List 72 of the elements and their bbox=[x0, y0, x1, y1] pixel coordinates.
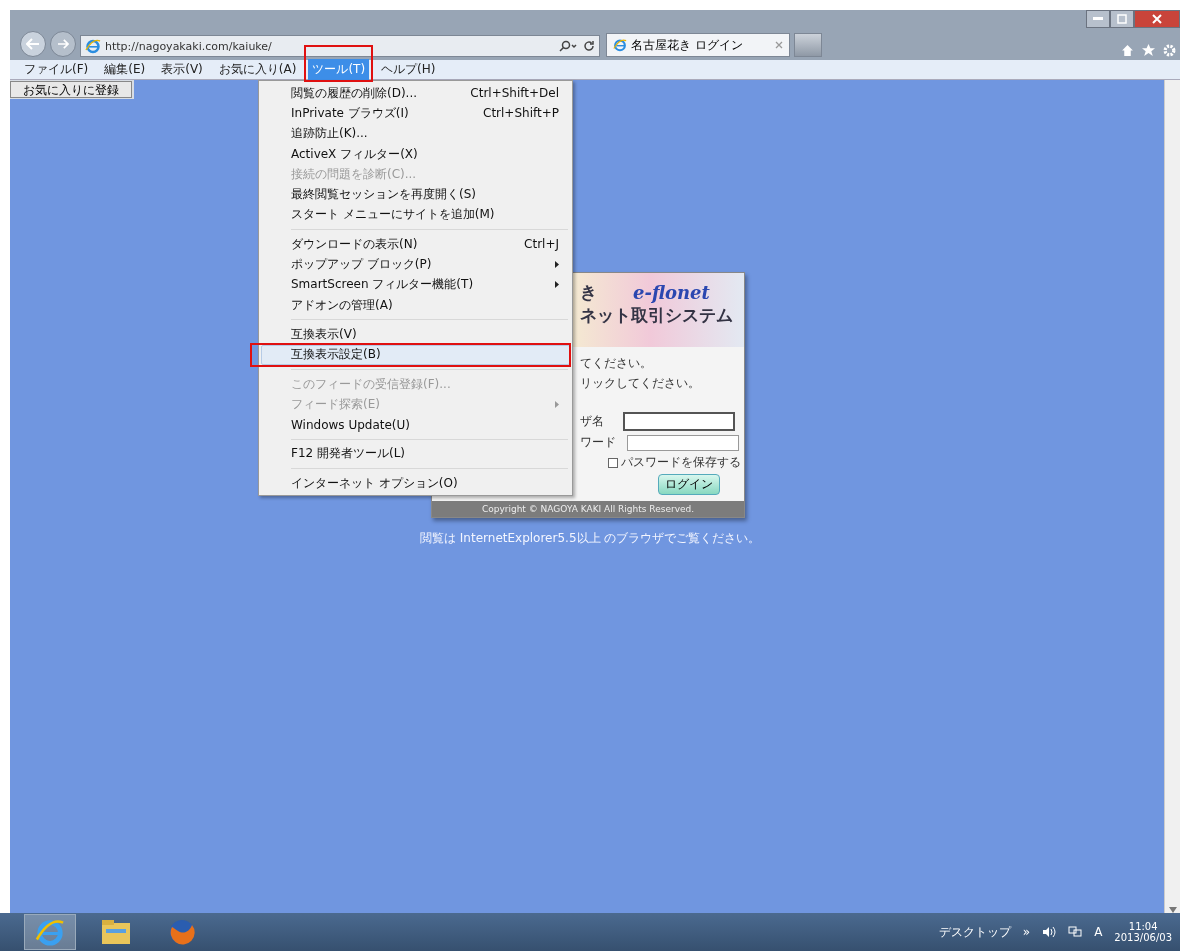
back-arrow-icon bbox=[26, 38, 40, 50]
dropdown-menu-item[interactable]: 追跡防止(K)... bbox=[261, 123, 570, 144]
checkbox-icon[interactable] bbox=[608, 457, 618, 468]
field-label: ワード bbox=[580, 434, 617, 451]
dropdown-menu-item[interactable]: F12 開発者ツール(L) bbox=[261, 443, 570, 465]
address-bar[interactable]: http://nagoyakaki.com/kaiuke/ bbox=[80, 35, 600, 57]
star-icon[interactable] bbox=[1142, 44, 1155, 57]
url-text: http://nagoyakaki.com/kaiuke/ bbox=[105, 39, 273, 53]
dropdown-menu-item[interactable]: 互換表示(V) bbox=[261, 324, 570, 345]
field-label: ザ名 bbox=[580, 413, 605, 430]
dropdown-menu-item[interactable]: スタート メニューにサイトを追加(M) bbox=[261, 204, 570, 226]
folder-icon bbox=[101, 919, 131, 945]
submenu-arrow-icon bbox=[555, 261, 559, 268]
instruction-text: てください。 bbox=[580, 355, 653, 372]
banner-subtitle: ネット取引システム bbox=[580, 304, 733, 327]
browser-taskbar-button[interactable] bbox=[24, 914, 76, 950]
scrollbar[interactable] bbox=[1164, 80, 1180, 913]
add-favorite-button[interactable]: お気に入りに登録 bbox=[10, 81, 132, 98]
dropdown-menu-item[interactable]: Windows Update(U) bbox=[261, 414, 570, 435]
banner-title: き bbox=[580, 281, 597, 304]
dropdown-menu-item[interactable]: ActiveX フィルター(X) bbox=[261, 143, 570, 165]
instruction-text: リックしてください。 bbox=[580, 375, 701, 392]
copyright-text: Copyright © NAGOYA KAKI All Rights Reserved. bbox=[432, 501, 744, 517]
menu-bar-item[interactable]: お気に入り(A) bbox=[214, 59, 301, 80]
brand-logo-text: e-flonet bbox=[633, 282, 710, 303]
minimize-icon bbox=[1093, 17, 1103, 21]
clock[interactable]: 11:04 2013/06/03 bbox=[1114, 921, 1172, 943]
browser-tab[interactable]: 名古屋花き ログイン bbox=[606, 33, 790, 57]
dropdown-menu-item[interactable]: InPrivate ブラウズ(I) Ctrl+Shift+P bbox=[261, 103, 570, 124]
close-button[interactable] bbox=[1134, 10, 1180, 28]
browser-logo-icon bbox=[85, 38, 101, 54]
dropdown-menu-item[interactable]: SmartScreen フィルター機能(T) bbox=[261, 274, 570, 295]
submenu-arrow-icon bbox=[555, 281, 559, 289]
menu-bar-item[interactable]: 編集(E) bbox=[100, 59, 150, 80]
input-method-indicator[interactable]: A bbox=[1094, 925, 1103, 939]
new-tab-button[interactable] bbox=[794, 33, 822, 57]
menu-bar-item[interactable]: ファイル(F) bbox=[20, 59, 93, 80]
save-password-checkbox[interactable]: パスワードを保存する bbox=[608, 454, 744, 471]
forward-button[interactable] bbox=[50, 31, 76, 57]
dropdown-menu-item[interactable]: 閲覧の履歴の削除(D)... Ctrl+Shift+Del bbox=[261, 83, 570, 104]
dropdown-menu-item[interactable]: アドオンの管理(A) bbox=[261, 294, 570, 316]
login-button[interactable]: ログイン bbox=[658, 474, 720, 495]
search-icon[interactable] bbox=[559, 40, 579, 52]
input-field[interactable] bbox=[627, 434, 739, 451]
fox-globe-icon bbox=[167, 917, 197, 947]
input-field[interactable] bbox=[623, 412, 735, 431]
refresh-icon[interactable] bbox=[583, 40, 595, 52]
browser-logo-icon bbox=[613, 38, 627, 52]
browser-notice: 閲覧は InternetExplorer5.5以上 のブラウザでご覧ください。 bbox=[420, 530, 762, 547]
back-button[interactable] bbox=[20, 31, 46, 57]
forward-arrow-icon bbox=[57, 39, 69, 49]
desktop-toolbar-label[interactable]: デスクトップ bbox=[938, 923, 1011, 941]
highlight-frame bbox=[304, 45, 374, 82]
speaker-icon[interactable] bbox=[1042, 926, 1057, 938]
dropdown-menu-item[interactable]: 最終閲覧セッションを再度開く(S) bbox=[261, 184, 570, 205]
browser-logo-icon bbox=[35, 917, 65, 947]
network-icon[interactable] bbox=[1068, 926, 1083, 938]
close-icon bbox=[1152, 14, 1162, 24]
minimize-button[interactable] bbox=[1086, 10, 1110, 28]
menu-bar-item[interactable]: 表示(V) bbox=[157, 59, 207, 80]
close-icon[interactable] bbox=[775, 41, 783, 49]
settings-icon[interactable] bbox=[1163, 44, 1176, 57]
restore-icon bbox=[1117, 14, 1127, 24]
restore-button[interactable] bbox=[1110, 10, 1134, 28]
overflow-chevron[interactable]: » bbox=[1022, 925, 1031, 939]
dropdown-menu-item[interactable]: ダウンロードの表示(N) Ctrl+J bbox=[261, 234, 570, 255]
menu-bar-item[interactable]: ヘルプ(H) bbox=[377, 59, 440, 80]
dropdown-menu-item[interactable]: インターネット オプション(O) bbox=[261, 473, 570, 494]
scroll-down-arrow-icon[interactable] bbox=[1168, 907, 1177, 913]
dropdown-menu-item[interactable]: ポップアップ ブロック(P) bbox=[261, 254, 570, 275]
submenu-arrow-icon bbox=[555, 400, 559, 408]
home-icon[interactable] bbox=[1121, 44, 1134, 57]
